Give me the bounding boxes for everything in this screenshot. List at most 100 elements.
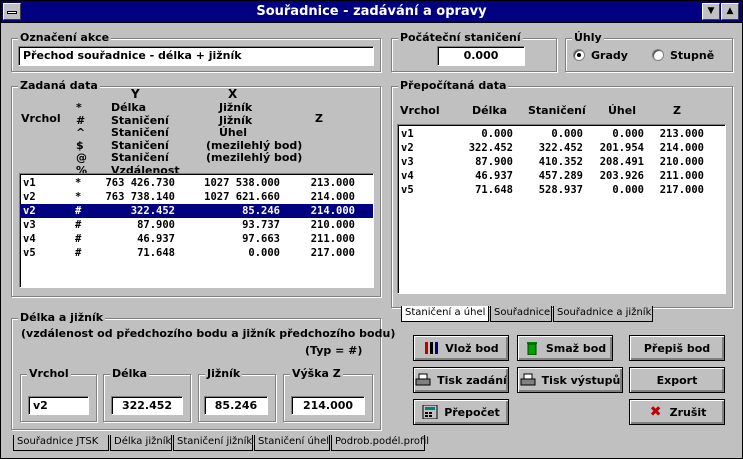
prepoc-cell-z: 213.000 — [659, 128, 704, 140]
vyska-input[interactable]: 214.000 — [291, 396, 365, 415]
prepoc-cell-s: 457.289 — [538, 170, 583, 182]
zadana-cell-y: 87.900 — [137, 219, 175, 231]
tisk-vystupu-button[interactable]: Tisk výstupů — [517, 367, 623, 393]
prepis-bod-button[interactable]: Přepiš bod — [629, 335, 725, 361]
zadana-row[interactable]: v1 * 763 426.730 1027 538.000 213.000 — [20, 176, 373, 190]
prepoc-row[interactable]: v4 46.937 457.289 203.926 211.000 — [398, 169, 725, 183]
zadana-row[interactable]: v3 #87.900 93.737 210.000 — [20, 218, 373, 232]
zadana-cell-t: * — [75, 177, 82, 189]
window-title: Souřadnice - zadávání a opravy — [256, 4, 487, 19]
smaz-bod-button[interactable]: Smaž bod — [517, 335, 613, 361]
close-x-icon: ✖ — [649, 404, 662, 420]
zadana-row[interactable]: v5 #71.648 0.000 217.000 — [20, 246, 373, 260]
zadana-label: Zadaná data — [18, 79, 100, 92]
zadana-cell-v: v3 — [23, 219, 36, 231]
legend-symbol: * — [76, 101, 82, 114]
tab-staniceni-uhel[interactable]: Staničení a úhel — [401, 306, 489, 322]
jiznik-input[interactable]: 85.246 — [204, 396, 268, 415]
delka-typ: (Typ = #) — [305, 344, 363, 357]
zadana-cell-z: 211.000 — [310, 233, 355, 245]
zadana-row[interactable]: v2 #322.452 85.246 214.000 — [20, 203, 373, 219]
zadana-row[interactable]: v2 * 763 738.140 1027 621.660 214.000 — [20, 190, 373, 204]
prepoc-row[interactable]: v3 87.900 410.352 208.491 210.000 — [398, 155, 725, 169]
title-bar: Souřadnice - zadávání a opravy ▼ ▲ — [1, 1, 742, 23]
vloz-bod-button[interactable]: Vlož bod — [413, 335, 509, 361]
prepoc-cell-s: 528.937 — [538, 184, 583, 196]
zadana-cell-t: # — [75, 247, 82, 259]
prepocet-button[interactable]: Přepočet — [413, 399, 509, 425]
vyska-label: Výška Z — [290, 367, 343, 380]
delka-input[interactable]: 322.452 — [111, 396, 183, 415]
radio-grady[interactable] — [573, 49, 585, 61]
prepoc-list[interactable]: v1 0.000 0.000 0.000 213.000 v2 322.452 322.452… — [397, 124, 726, 294]
triangle-up-icon: ▲ — [726, 6, 734, 16]
akce-input[interactable]: Přechod souřadnice - délka + jižník — [18, 46, 374, 66]
triangle-down-icon: ▼ — [707, 6, 715, 16]
zadana-cell-y: 763 426.730 — [105, 177, 175, 189]
insert-bars-icon — [423, 341, 439, 355]
tab-podrob-profil[interactable]: Podrob.podél.profil — [331, 435, 429, 451]
vrchol-label: Vrchol — [27, 367, 71, 380]
zadana-head-vrchol: Vrchol — [21, 112, 61, 125]
zadana-cell-v: v1 — [23, 177, 36, 189]
minimize-button[interactable]: ▼ — [702, 3, 720, 20]
prepoc-cell-s: 0.000 — [551, 128, 583, 140]
pocatecni-label: Počáteční staničení — [398, 31, 523, 44]
prepoc-cell-s: 410.352 — [538, 156, 583, 168]
legend-x: Jižník — [219, 101, 253, 114]
zadana-cell-v: v4 — [23, 233, 36, 245]
prepoc-cell-d: 322.452 — [468, 142, 513, 154]
vloz-bod-label: Vlož bod — [445, 341, 499, 355]
zadana-cell-x: 1027 621.660 — [204, 191, 280, 203]
prepoc-row[interactable]: v2 322.452 322.452 201.954 214.000 — [398, 141, 725, 155]
zadana-cell-x: 0.000 — [248, 247, 280, 259]
tab-delka-jiznik[interactable]: Délka jižník — [110, 435, 172, 451]
uhly-label: Úhly — [572, 31, 604, 44]
zadana-list[interactable]: v1 * 763 426.730 1027 538.000 213.000 v2 * 763 … — [19, 173, 374, 288]
prepoc-cell-d: 87.900 — [475, 156, 513, 168]
prepoc-row[interactable]: v1 0.000 0.000 0.000 213.000 — [398, 127, 725, 141]
maximize-button[interactable]: ▲ — [721, 3, 739, 20]
zrusit-label: Zrušit — [669, 405, 707, 419]
radio-stupne[interactable] — [652, 49, 664, 61]
vrchol-input[interactable]: v2 — [28, 396, 89, 415]
zrusit-button[interactable]: ✖ Zrušit — [629, 399, 725, 425]
zadana-cell-t: # — [75, 205, 82, 217]
zadana-row[interactable]: v4 #46.937 97.663 211.000 — [20, 232, 373, 246]
tab-souradnice-jiznik[interactable]: Souřadnice a jižník — [553, 306, 653, 322]
zadana-cell-x: 1027 538.000 — [204, 177, 280, 189]
zadana-cell-t: # — [75, 219, 82, 231]
calculator-icon — [422, 404, 438, 420]
tab-souradnice-jtsk[interactable]: Souřadnice JTSK — [13, 435, 109, 451]
pocatecni-input[interactable]: 0.000 — [437, 46, 525, 66]
prepoc-head-vrchol: Vrchol — [400, 104, 440, 117]
zadana-cell-t: # — [75, 233, 82, 245]
prepoc-cell-z: 217.000 — [659, 184, 704, 196]
tisk-vystupu-label: Tisk výstupů — [541, 373, 621, 387]
prepoc-cell-u: 208.491 — [599, 156, 644, 168]
prepoc-cell-v: v4 — [401, 170, 414, 182]
main-window: Souřadnice - zadávání a opravy ▼ ▲ Označ… — [0, 0, 743, 459]
tab-staniceni-uhel-bottom[interactable]: Staničení úhel — [254, 435, 330, 451]
export-button[interactable]: Export — [629, 367, 725, 393]
legend-y: Staničení — [111, 126, 169, 139]
prepoc-cell-v: v3 — [401, 156, 414, 168]
printer-icon — [520, 373, 536, 387]
smaz-bod-label: Smaž bod — [545, 341, 607, 355]
delka-label: Délka a jižník — [18, 311, 106, 324]
zadana-cell-y: 71.648 — [137, 247, 175, 259]
legend-x: Úhel — [219, 126, 247, 139]
prepoc-cell-u: 201.954 — [599, 142, 644, 154]
tab-souradnice[interactable]: Souřadnice — [490, 306, 552, 322]
tab-staniceni-jiznik[interactable]: Staničení jižník — [173, 435, 253, 451]
legend-x: (mezilehlý bod) — [206, 151, 303, 164]
zadana-cell-z: 213.000 — [310, 177, 355, 189]
zadana-cell-x: 85.246 — [242, 205, 280, 217]
zadana-cell-v: v2 — [23, 205, 36, 217]
prepoc-row[interactable]: v5 71.648 528.937 0.000 217.000 — [398, 183, 725, 197]
zadana-cell-y: 763 738.140 — [105, 191, 175, 203]
legend-symbol: ^ — [76, 126, 86, 139]
tisk-zadani-button[interactable]: Tisk zadání — [413, 367, 509, 393]
akce-label: Označení akce — [18, 31, 112, 44]
prepoc-head-uhel: Úhel — [608, 104, 636, 117]
